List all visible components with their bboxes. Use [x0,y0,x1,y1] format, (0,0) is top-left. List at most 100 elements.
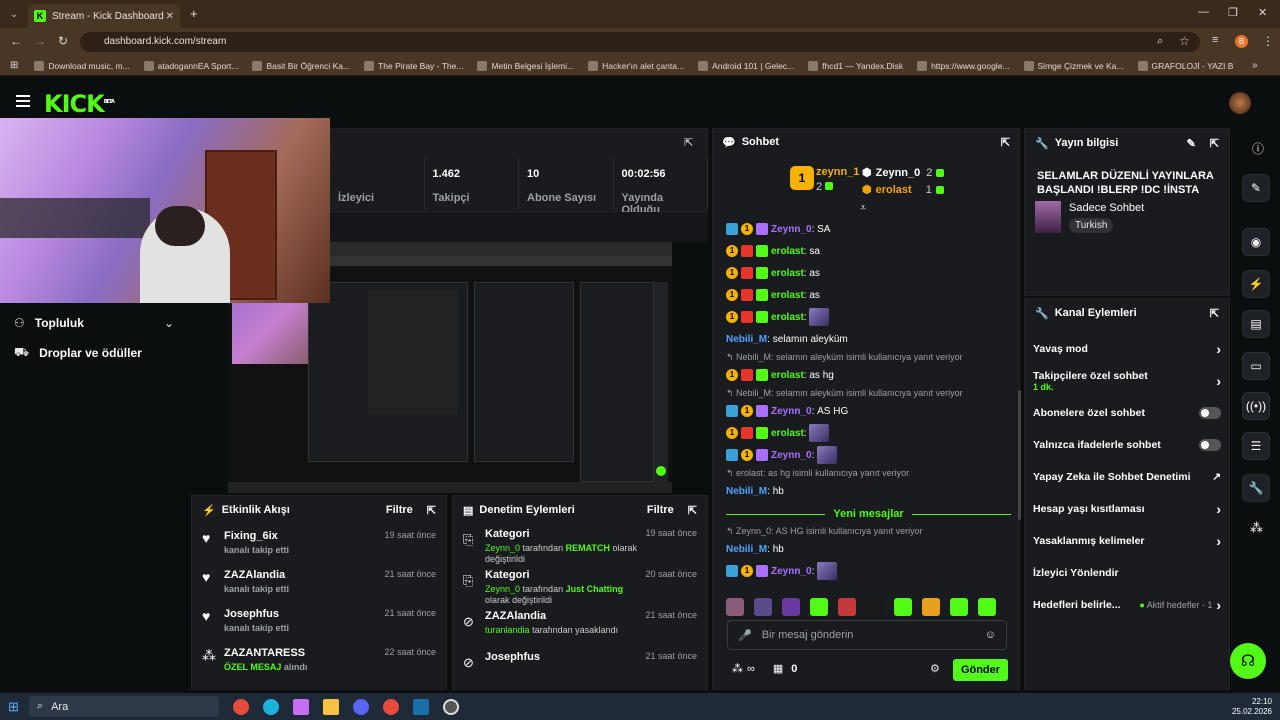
bookmark-item[interactable]: Metin Belgesi İşlemi... [477,60,574,71]
emote-icon[interactable] [978,598,996,616]
toggle-switch[interactable] [1199,407,1221,419]
steam-app-icon[interactable] [412,698,429,715]
popout-icon[interactable]: ⇱ [1001,136,1010,149]
activity-item[interactable]: ♥ ZAZAlandia kanalı takip etti 21 saat önce [202,567,436,606]
user-avatar[interactable] [1229,92,1251,114]
channel-action-item[interactable]: Yavaş mod › [1033,333,1221,365]
emote-icon[interactable] [754,598,772,616]
edit-icon[interactable]: ✎ [1242,174,1270,202]
info-icon[interactable]: ⓘ [1252,140,1264,157]
chat-message[interactable]: Nebili_M: selamın aleyküm [726,328,1011,350]
browser-menu-icon[interactable]: ⋮ [1262,34,1274,48]
bookmark-item[interactable]: Download music, m... [34,60,130,71]
apps-grid-icon[interactable]: ⊞ [10,60,18,71]
chat-username[interactable]: erolast [771,312,804,323]
chevron-right-icon[interactable]: › [1216,501,1221,517]
popout-icon[interactable]: ⇱ [688,504,697,517]
top-user-1[interactable]: zeynn_1 [816,166,859,178]
chat-username[interactable]: Zeynn_0 [771,224,812,235]
emoji-icon[interactable]: ☺ [985,629,996,641]
explorer-app-icon[interactable] [322,698,339,715]
chat-username[interactable]: erolast [771,268,804,279]
microphone-icon[interactable]: 🎤 [738,629,752,642]
bookmark-item[interactable]: GRAFOLOJİ - YAZI B... [1137,60,1234,71]
chat-username[interactable]: Zeynn_0 [771,450,812,461]
chat-username[interactable]: erolast [771,290,804,301]
chat-icon[interactable]: ▭ [1242,352,1270,380]
sidebar-item-drops[interactable]: ⛟ Droplar ve ödüller [14,345,142,361]
reload-icon[interactable]: ↻ [58,34,68,48]
popout-icon[interactable]: ⇱ [684,136,693,149]
bookmark-item[interactable]: Simge Çizmek ve Ka... [1023,60,1124,71]
moderation-item[interactable]: ⎘ Kategori Zeynn_0 tarafından Just Chattin… [463,569,697,608]
broadcast-icon[interactable]: ((•)) [1242,392,1270,420]
queue-icon[interactable]: ☰ [1242,432,1270,460]
copilot-app-icon[interactable] [292,698,309,715]
url-field[interactable]: dashboard.kick.com/stream [80,32,1200,52]
chat-username[interactable]: Nebili_M [726,544,767,555]
browser-tab[interactable]: K Stream - Kick Dashboard ✕ [28,4,180,28]
bookmark-star-icon[interactable]: ☆ [1179,34,1190,48]
discord-app-icon[interactable] [352,698,369,715]
activity-filter-button[interactable]: Filtre [386,504,413,516]
edge-app-icon[interactable] [262,698,279,715]
category-name[interactable]: Sadece Sohbet [1069,202,1144,214]
chat-message[interactable]: 1 Zeynn_0: AS HG [726,400,1011,422]
bookmark-item[interactable]: fhcd1 — Yandex.Disk [808,60,903,71]
chat-message[interactable]: 1 Zeynn_0: [726,560,1011,582]
channel-action-item[interactable]: Yasaklanmış kelimeler › [1033,525,1221,557]
popout-icon[interactable]: ⇱ [427,504,436,517]
chat-username[interactable]: erolast [771,246,804,257]
chat-message[interactable]: 1 Zeynn_0: [726,444,1011,466]
chevron-right-icon[interactable]: › [1216,341,1221,357]
minimize-icon[interactable]: — [1198,6,1209,18]
emote-icon[interactable] [810,598,828,616]
emote-icon[interactable] [866,598,884,616]
obs-app-icon[interactable] [442,698,459,715]
tool-wrench-icon[interactable]: 🔧 [1242,474,1270,502]
chat-username[interactable]: Zeynn_0 [771,566,812,577]
taskbar-clock[interactable]: 22:10 25.02.2026 [1232,697,1272,717]
chrome-active-app-icon[interactable] [382,698,399,715]
chat-username[interactable]: Zeynn_0 [771,406,812,417]
channel-action-item[interactable]: Yapay Zeka ile Sohbet Denetimi ↗ [1033,461,1221,493]
close-window-icon[interactable]: ✕ [1258,6,1267,19]
close-tab-icon[interactable]: ✕ [166,11,174,22]
top-user-2[interactable]: ⬢ Zeynn_0 2 [862,166,947,179]
share-icon[interactable]: ⁂ [1250,520,1263,536]
activity-item[interactable]: ⁂ ZAZANTARESS ÖZEL MESAJ alındı 22 saat önc… [202,645,436,684]
chat-message[interactable]: Nebili_M: hb [726,538,1011,560]
toggle-switch[interactable] [1199,439,1221,451]
channel-action-item[interactable]: Hesap yaşı kısıtlaması › [1033,493,1221,525]
profile-avatar-icon[interactable]: B [1235,35,1248,48]
chevron-right-icon[interactable]: › [1216,373,1221,389]
document-icon[interactable]: ▤ [1242,310,1270,338]
settings-gear-icon[interactable]: ⚙ [930,662,940,675]
chat-username[interactable]: erolast [771,428,804,439]
moderation-item[interactable]: ⊘ ZAZAlandia turanlandia tarafından yasakl… [463,610,697,649]
activity-item[interactable]: ♥ Josephfus kanalı takip etti 21 saat önce [202,606,436,645]
chat-message[interactable]: 1 erolast: [726,422,1011,444]
chevron-down-icon[interactable]: ⌄ [164,316,174,330]
chat-message[interactable]: 1 erolast: as [726,284,1011,306]
bookmark-item[interactable]: atadogannEA Sport... [143,60,238,71]
chat-message[interactable]: 1 erolast: [726,306,1011,328]
forward-icon[interactable]: → [34,34,46,48]
popout-icon[interactable]: ⇱ [1210,307,1219,320]
moderation-filter-button[interactable]: Filtre [647,504,674,516]
top-user-3[interactable]: ⬢ erolast 1 [862,183,947,196]
bookmark-item[interactable]: Hacker'ın alet çanta... [588,60,684,71]
back-icon[interactable]: ← [10,34,22,48]
external-link-icon[interactable]: ↗ [1212,471,1221,483]
bookmark-item[interactable]: https://www.google... [917,60,1010,71]
channel-action-item[interactable]: İzleyici Yönlendir [1033,557,1221,589]
popout-icon[interactable]: ⇱ [1210,137,1219,150]
chrome-app-icon[interactable] [232,698,249,715]
moderation-item[interactable]: ⎘ Kategori Zeynn_0 tarafından REMATCH olar… [463,528,697,567]
send-button[interactable]: Gönder [953,659,1008,681]
channel-action-item[interactable]: Takipçilere özel sohbet 1 dk. › [1033,365,1221,397]
chat-input[interactable]: 🎤 Bir mesaj gönderin ☺ [727,620,1007,650]
activity-item[interactable]: ♥ Fixing_6ix kanalı takip etti 19 saat önce [202,528,436,567]
zoom-icon[interactable]: ⌕ [1157,35,1163,48]
chat-message[interactable]: Nebili_M: hb [726,480,1011,502]
